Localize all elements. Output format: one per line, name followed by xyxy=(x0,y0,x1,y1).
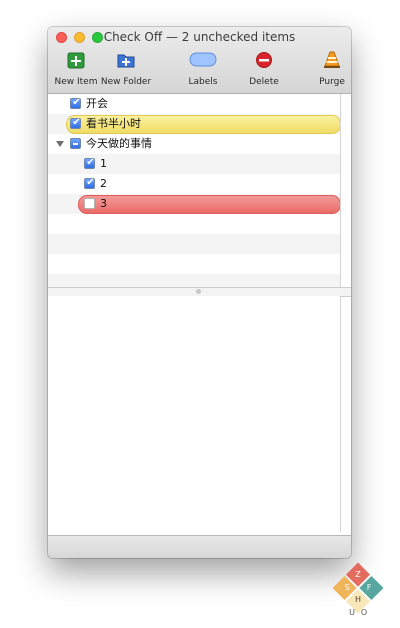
folder-plus-icon xyxy=(117,54,135,68)
item-label: 看书半小时 xyxy=(86,117,141,130)
empty-row xyxy=(48,234,340,254)
delete-button[interactable]: Delete xyxy=(234,51,294,91)
window-title: Check Off — 2 unchecked items xyxy=(103,30,296,44)
split-handle[interactable] xyxy=(196,289,201,294)
item-label: 3 xyxy=(100,197,107,210)
empty-row xyxy=(48,214,340,234)
disclosure-triangle-icon[interactable] xyxy=(56,141,64,147)
item-checkbox[interactable] xyxy=(70,116,82,130)
scroll-divider xyxy=(340,94,341,532)
cone-icon xyxy=(324,51,340,68)
empty-row xyxy=(48,254,340,274)
item-checkbox[interactable] xyxy=(84,198,95,209)
app-window: Check Off — 2 unchecked items New Item N… xyxy=(48,27,351,558)
plus-icon xyxy=(67,52,85,69)
list-item[interactable]: 今天做的事情 xyxy=(48,134,340,154)
delete-label: Delete xyxy=(249,77,279,87)
logo-letter: F xyxy=(367,583,372,592)
logo-letter: H xyxy=(355,595,361,604)
title-bar: Check Off — 2 unchecked items New Item N… xyxy=(48,27,351,94)
logo-letter: Z xyxy=(355,570,361,579)
bottom-bar xyxy=(48,535,351,558)
outline-view: 开会 看书半小时 今天做的事情 1 2 3 xyxy=(48,94,340,287)
list-item[interactable]: 看书半小时 xyxy=(48,114,340,134)
item-checkbox[interactable] xyxy=(70,138,81,149)
szf-logo: Z S F H U O xyxy=(332,562,384,617)
label-highlight xyxy=(78,195,340,214)
labels-label: Labels xyxy=(188,77,218,87)
logo-letter: U xyxy=(349,608,355,617)
item-label: 开会 xyxy=(86,97,108,110)
item-checkbox[interactable] xyxy=(84,156,96,170)
folder-label: 今天做的事情 xyxy=(86,137,152,150)
new-folder-button[interactable]: New Folder xyxy=(96,51,156,91)
empty-row xyxy=(48,274,340,287)
purge-label: Purge xyxy=(319,77,345,87)
list-item[interactable]: 1 xyxy=(48,154,340,174)
new-folder-label: New Folder xyxy=(100,77,152,87)
purge-button[interactable]: Purge xyxy=(302,51,351,91)
label-icon xyxy=(189,52,217,67)
item-checkbox[interactable] xyxy=(70,96,82,110)
delete-icon xyxy=(256,52,272,68)
item-label: 2 xyxy=(100,177,107,190)
list-item[interactable]: 3 xyxy=(48,194,340,214)
notes-editor[interactable] xyxy=(48,296,340,535)
logo-letter: S xyxy=(344,583,349,592)
labels-button[interactable]: Labels xyxy=(173,51,233,91)
logo-letter: O xyxy=(361,608,367,617)
item-checkbox[interactable] xyxy=(84,176,96,190)
list-item[interactable]: 开会 xyxy=(48,94,340,114)
list-item[interactable]: 2 xyxy=(48,174,340,194)
item-label: 1 xyxy=(100,157,107,170)
